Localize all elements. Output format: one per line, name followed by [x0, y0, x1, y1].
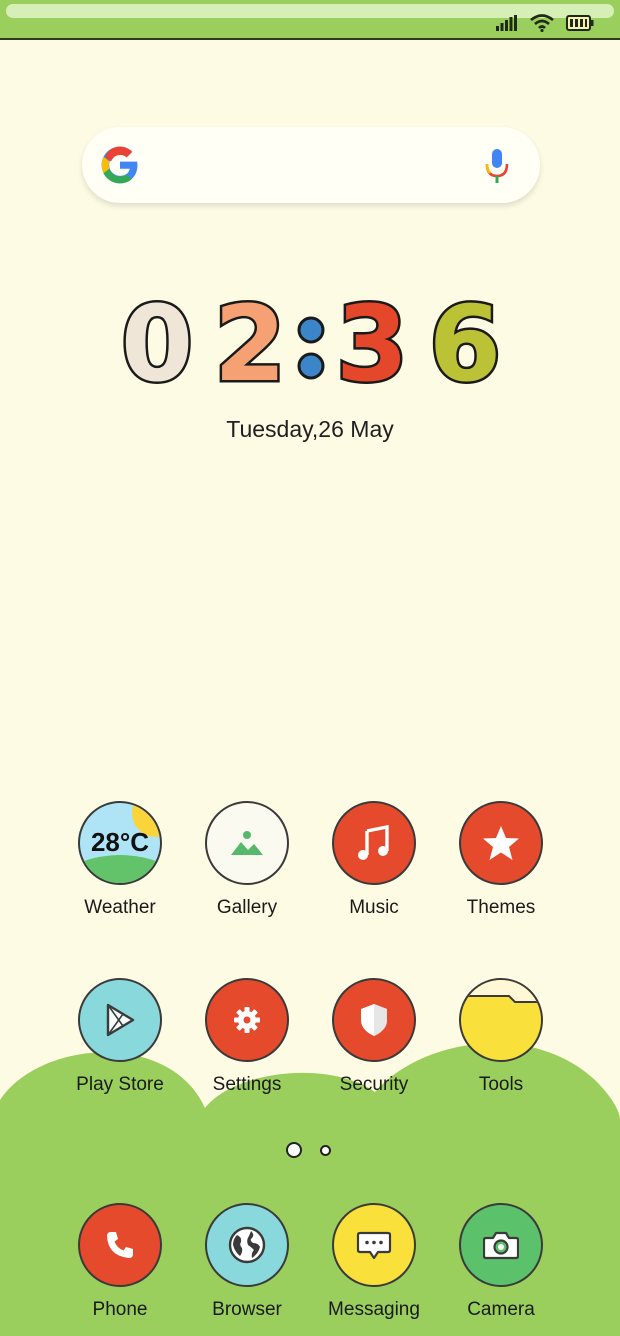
music-note-icon — [332, 801, 416, 885]
app-label: Messaging — [328, 1299, 420, 1320]
battery-icon — [566, 15, 594, 31]
status-icons — [496, 14, 594, 32]
status-bar — [0, 0, 620, 40]
dock-camera[interactable]: Camera — [441, 1203, 561, 1321]
app-play-store[interactable]: Play Store — [60, 978, 180, 1096]
date-label[interactable]: Tuesday,26 May — [0, 416, 620, 443]
app-label: Security — [339, 1074, 409, 1095]
clock-digit-minute-tens: 3 — [336, 296, 408, 396]
dock-messaging[interactable]: Messaging — [314, 1203, 434, 1321]
app-label: Weather — [84, 897, 156, 918]
app-music[interactable]: Music — [314, 801, 434, 919]
weather-temperature: 28°C — [90, 827, 150, 857]
clock-digit-hour-ones: 2 — [214, 296, 286, 396]
app-label: Gallery — [216, 897, 278, 918]
app-label: Music — [349, 897, 399, 918]
page-dot-inactive[interactable] — [320, 1145, 331, 1156]
app-label: Browser — [212, 1299, 282, 1320]
app-gallery[interactable]: Gallery — [187, 801, 307, 919]
clock-digit-hour-tens: 0 — [121, 296, 193, 396]
dock-phone[interactable]: Phone — [60, 1203, 180, 1321]
clock-separator-bottom — [297, 352, 325, 380]
shield-icon — [332, 978, 416, 1062]
search-bar[interactable] — [82, 127, 540, 203]
app-security[interactable]: Security — [314, 978, 434, 1096]
microphone-icon[interactable] — [484, 147, 510, 185]
camera-icon — [459, 1203, 543, 1287]
play-store-icon — [78, 978, 162, 1062]
message-icon — [332, 1203, 416, 1287]
star-icon — [459, 801, 543, 885]
weather-icon: 28°C — [78, 801, 162, 885]
app-settings[interactable]: Settings — [187, 978, 307, 1096]
app-label: Play Store — [76, 1074, 164, 1095]
app-label: Phone — [92, 1299, 148, 1320]
gear-icon — [205, 978, 289, 1062]
app-label: Settings — [212, 1074, 282, 1095]
wifi-icon — [530, 14, 554, 32]
signal-icon — [496, 15, 518, 31]
app-themes[interactable]: Themes — [441, 801, 561, 919]
google-logo-icon — [100, 145, 140, 185]
clock-widget[interactable]: 0 2 3 6 — [110, 296, 510, 396]
clock-separator-top — [297, 316, 325, 344]
globe-icon — [205, 1203, 289, 1287]
app-label: Tools — [478, 1074, 524, 1095]
phone-icon — [78, 1203, 162, 1287]
folder-icon — [459, 978, 543, 1062]
app-weather[interactable]: 28°C Weather — [60, 801, 180, 919]
page-indicator[interactable] — [286, 1142, 346, 1160]
page-dot-active[interactable] — [286, 1142, 302, 1158]
app-tools[interactable]: Tools — [441, 978, 561, 1096]
app-label: Camera — [467, 1299, 535, 1320]
clock-digit-minute-ones: 6 — [429, 296, 501, 396]
gallery-icon — [205, 801, 289, 885]
app-label: Themes — [466, 897, 536, 918]
dock-browser[interactable]: Browser — [187, 1203, 307, 1321]
